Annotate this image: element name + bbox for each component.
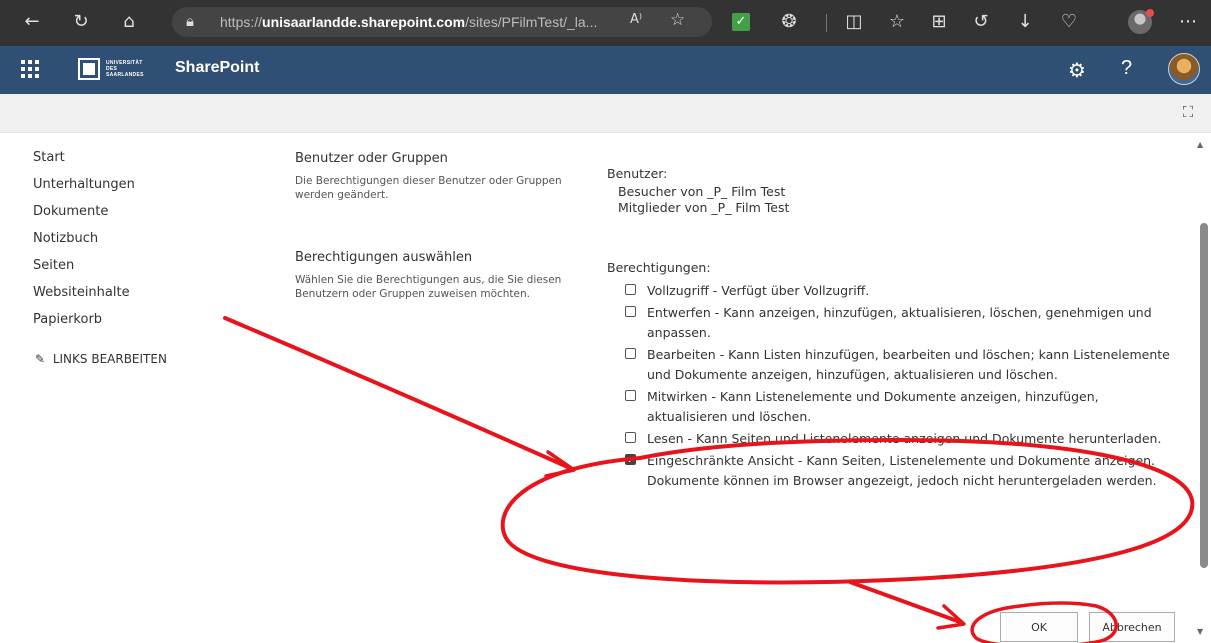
cancel-button[interactable]: Abbrechen [1089,612,1175,642]
history-icon[interactable]: ↺ [967,8,995,36]
university-logo-text: UNIVERSITÄT DES SAARLANDES [106,60,144,78]
address-bar[interactable]: 🔒︎ https://unisaarlandde.sharepoint.com/… [172,7,712,37]
back-arrow-icon[interactable]: ← [18,8,46,36]
pencil-icon: ✎ [35,352,46,366]
command-strip: ⛶ [0,94,1211,133]
checkbox-entwerfen[interactable] [625,306,636,317]
more-menu-icon[interactable]: ⋯ [1174,8,1202,36]
toolbar-separator [826,14,827,32]
nav-item-papierkorb[interactable]: Papierkorb [33,310,233,337]
user-avatar[interactable] [1168,53,1200,85]
annotation-arrowhead-option [544,450,576,478]
download-icon[interactable]: ↓ [1011,8,1039,36]
browser-profile-icon[interactable] [1128,9,1154,34]
split-screen-icon[interactable]: ◫ [840,8,868,36]
help-icon[interactable]: ? [1121,57,1132,80]
checkbox-bearbeiten[interactable] [625,348,636,359]
description-column: Benutzer oder Gruppen Die Berechtigungen… [295,150,565,301]
permission-option-vollzugriff[interactable]: Vollzugriff - Verfügt über Vollzugriff. [607,281,1172,301]
nav-item-unterhaltungen[interactable]: Unterhaltungen [33,175,233,202]
annotation-arrow-to-option [223,316,572,470]
users-section-description: Die Berechtigungen dieser Benutzer oder … [295,175,562,201]
read-aloud-icon[interactable]: A⁾ [630,12,642,27]
favorites-icon[interactable]: ☆ [883,8,911,36]
sharepoint-title[interactable]: SharePoint [175,59,259,77]
url-text: https://unisaarlandde.sharepoint.com/sit… [220,14,598,30]
app-launcher-icon[interactable] [21,60,39,78]
checkbox-vollzugriff[interactable] [625,284,636,295]
university-logo-icon[interactable] [78,58,100,80]
checkbox-mitwirken[interactable] [625,390,636,401]
permissions-section-title: Berechtigungen auswählen [295,250,473,265]
nav-item-notizbuch[interactable]: Notizbuch [33,229,233,256]
edit-links-label: LINKS BEARBEITEN [52,352,167,366]
annotation-arrowhead-ok [936,604,966,630]
permission-option-bearbeiten[interactable]: Bearbeiten - Kann Listen hinzufügen, bea… [607,345,1172,385]
refresh-icon[interactable]: ↻ [67,8,95,36]
checkbox-lesen[interactable] [625,432,636,443]
suite-bar: UNIVERSITÄT DES SAARLANDES SharePoint ⚙ … [0,46,1211,94]
checkbox-eingeschraenkte-ansicht[interactable] [625,451,636,471]
performance-heart-icon[interactable]: ♡ [1055,8,1083,36]
permission-option-eingeschraenkte-ansicht[interactable]: Eingeschränkte Ansicht - Kann Seiten, Li… [607,451,1172,491]
users-label: Benutzer: [607,166,668,181]
user-group-members: Mitglieder von _P_ Film Test [618,200,790,215]
lock-icon: 🔒︎ [186,12,194,30]
nav-item-seiten[interactable]: Seiten [33,256,233,283]
home-icon[interactable]: ⌂ [115,8,143,36]
nav-item-websiteinhalte[interactable]: Websiteinhalte [33,283,233,310]
nav-item-dokumente[interactable]: Dokumente [33,202,233,229]
ok-button[interactable]: OK [1000,612,1078,642]
annotation-arrow-to-ok [848,580,962,624]
collections-icon[interactable]: ⊞ [925,8,953,36]
permission-option-mitwirken[interactable]: Mitwirken - Kann Listenelemente und Doku… [607,387,1172,427]
scrollbar-thumb[interactable] [1200,223,1208,568]
permissions-label: Berechtigungen: [607,260,711,275]
nav-item-start[interactable]: Start [33,148,233,175]
extension-puzzle-icon[interactable]: ❂ [775,8,803,36]
permission-option-lesen[interactable]: Lesen - Kann Seiten und Listenelemente a… [607,429,1172,449]
browser-toolbar: ← ↻ ⌂ 🔒︎ https://unisaarlandde.sharepoin… [0,0,1211,46]
settings-gear-icon[interactable]: ⚙ [1068,58,1086,82]
focus-mode-icon[interactable]: ⛶ [1180,104,1196,120]
scroll-down-arrow-icon[interactable]: ▼ [1197,627,1203,636]
permissions-section-description: Wählen Sie die Berechtigungen aus, die S… [295,274,562,300]
favorite-star-icon[interactable]: ☆ [670,10,685,30]
extension-check-icon[interactable]: ✓ [732,13,750,31]
permission-option-entwerfen[interactable]: Entwerfen - Kann anzeigen, hinzufügen, a… [607,303,1172,343]
scroll-up-arrow-icon[interactable]: ▲ [1197,140,1203,149]
form-column: Benutzer: Besucher von _P_ Film Test Mit… [607,165,1172,491]
edit-links-button[interactable]: ✎ LINKS BEARBEITEN [35,352,167,366]
left-navigation: Start Unterhaltungen Dokumente Notizbuch… [33,148,233,337]
user-group-visitors: Besucher von _P_ Film Test [618,184,786,199]
users-section-title: Benutzer oder Gruppen [295,151,448,166]
